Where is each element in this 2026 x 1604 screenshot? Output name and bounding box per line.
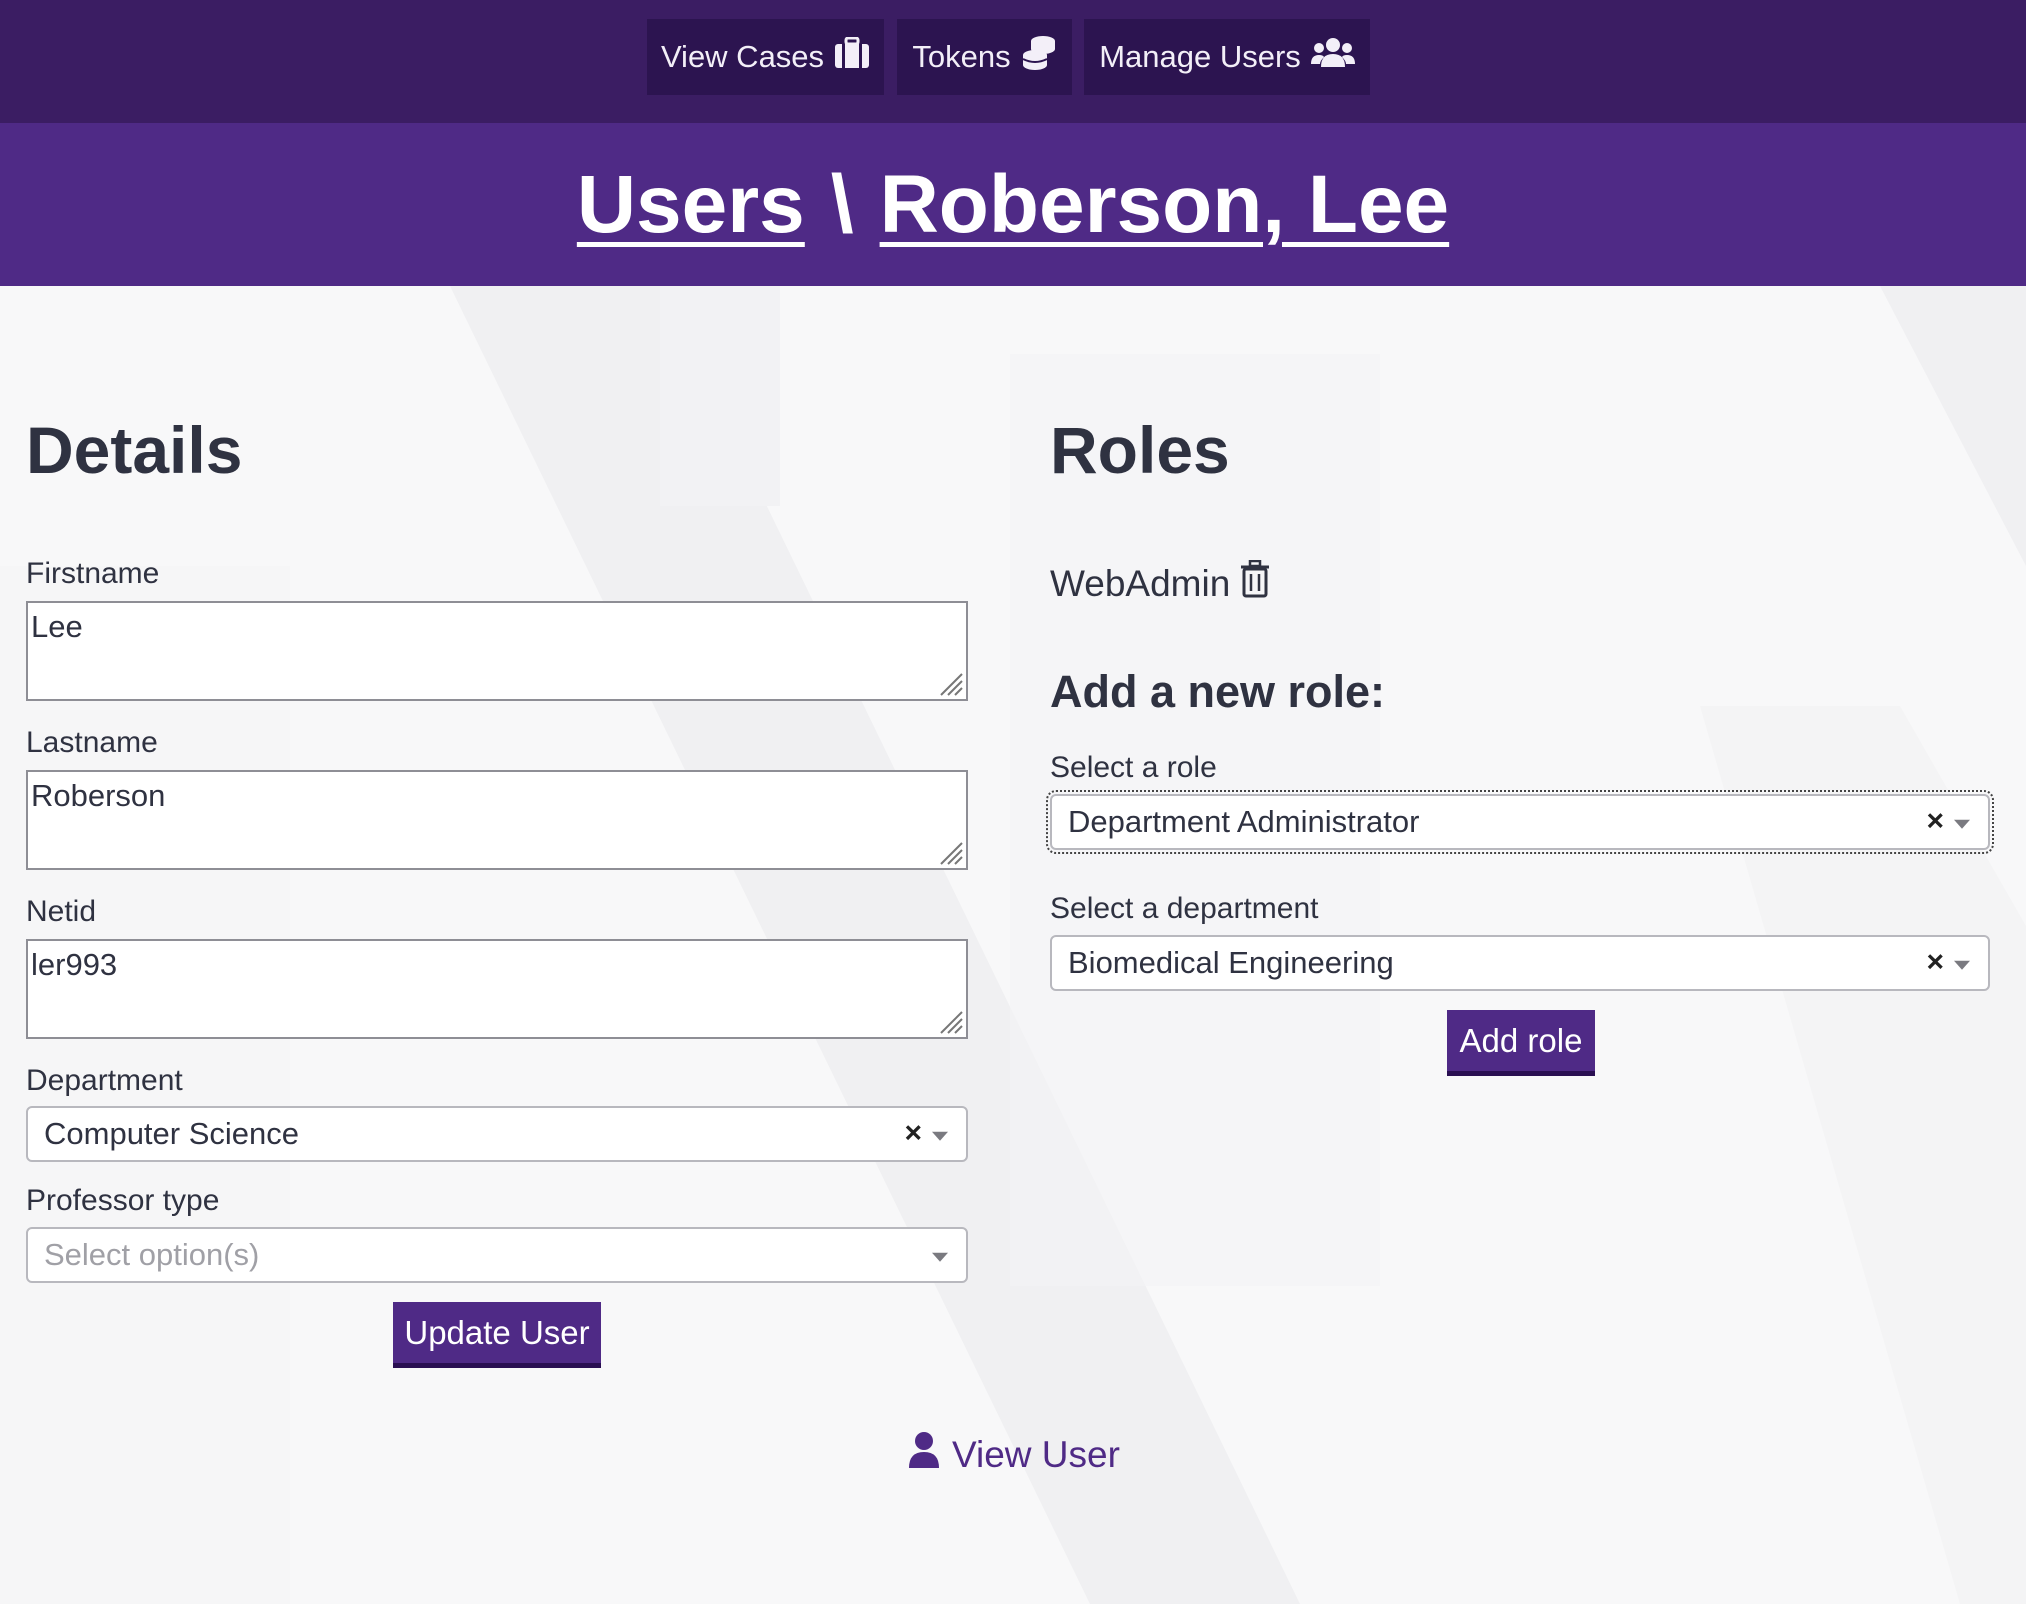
roles-heading: Roles	[1050, 413, 1230, 487]
briefcase-icon	[834, 36, 870, 77]
department-label: Department	[26, 1064, 183, 1097]
lastname-label: Lastname	[26, 726, 158, 759]
role-item-webadmin: WebAdmin	[1050, 559, 1270, 607]
nav-tokens-label: Tokens	[912, 39, 1011, 74]
role-label: WebAdmin	[1050, 562, 1231, 604]
department-selected-value: Computer Science	[44, 1116, 300, 1151]
update-user-button[interactable]: Update User	[393, 1302, 601, 1368]
netid-value: ler993	[31, 947, 118, 982]
trash-icon[interactable]	[1240, 559, 1270, 607]
chevron-down-icon[interactable]	[1954, 819, 1970, 829]
chevron-down-icon[interactable]	[932, 1252, 948, 1262]
details-heading: Details	[26, 413, 243, 487]
breadcrumb-separator: \	[830, 158, 854, 250]
breadcrumb: Users \ Roberson, Lee	[0, 123, 2026, 286]
nav-view-cases-button[interactable]: View Cases	[647, 19, 884, 95]
clear-icon[interactable]: ×	[904, 1116, 922, 1150]
professor-type-select[interactable]: Select option(s)	[26, 1227, 968, 1283]
coins-icon	[1021, 35, 1057, 79]
role-selected-value: Department Administrator	[1068, 804, 1420, 839]
resize-grip-icon[interactable]	[937, 670, 963, 696]
department-select[interactable]: Computer Science ×	[26, 1106, 968, 1162]
add-role-button[interactable]: Add role	[1447, 1010, 1595, 1076]
user-icon	[908, 1432, 940, 1477]
lastname-field[interactable]: Roberson	[26, 770, 968, 870]
firstname-label: Firstname	[26, 557, 160, 590]
nav-manage-users-button[interactable]: Manage Users	[1084, 19, 1370, 95]
select-role-label: Select a role	[1050, 751, 1217, 784]
clear-icon[interactable]: ×	[1926, 945, 1944, 979]
view-user-link[interactable]: View User	[908, 1432, 1120, 1477]
role-select[interactable]: Department Administrator ×	[1046, 790, 1994, 854]
chevron-down-icon[interactable]	[932, 1131, 948, 1141]
firstname-field[interactable]: Lee	[26, 601, 968, 701]
breadcrumb-users-link[interactable]: Users	[577, 158, 805, 252]
select-department-label: Select a department	[1050, 892, 1319, 925]
clear-icon[interactable]: ×	[1926, 804, 1944, 838]
main-content: Details Firstname Lee Lastname Roberson …	[0, 286, 2026, 1604]
netid-field[interactable]: ler993	[26, 939, 968, 1039]
netid-label: Netid	[26, 895, 97, 928]
nav-view-cases-label: View Cases	[660, 39, 825, 74]
nav-manage-users-label: Manage Users	[1099, 39, 1301, 74]
nav-tokens-button[interactable]: Tokens	[897, 19, 1072, 95]
top-navigation: View Cases Tokens Manage Users	[0, 0, 2026, 123]
users-icon	[1310, 37, 1355, 77]
resize-grip-icon[interactable]	[937, 1008, 963, 1034]
breadcrumb-user-link[interactable]: Roberson, Lee	[880, 158, 1450, 252]
professor-type-label: Professor type	[26, 1184, 220, 1217]
view-user-label: View User	[952, 1433, 1120, 1475]
resize-grip-icon[interactable]	[937, 839, 963, 865]
add-role-heading: Add a new role:	[1050, 666, 1386, 717]
professor-type-placeholder: Select option(s)	[44, 1237, 260, 1272]
role-department-select[interactable]: Biomedical Engineering ×	[1050, 935, 1990, 991]
role-department-selected-value: Biomedical Engineering	[1068, 945, 1394, 980]
chevron-down-icon[interactable]	[1954, 960, 1970, 970]
lastname-value: Roberson	[31, 778, 166, 813]
firstname-value: Lee	[31, 609, 83, 644]
